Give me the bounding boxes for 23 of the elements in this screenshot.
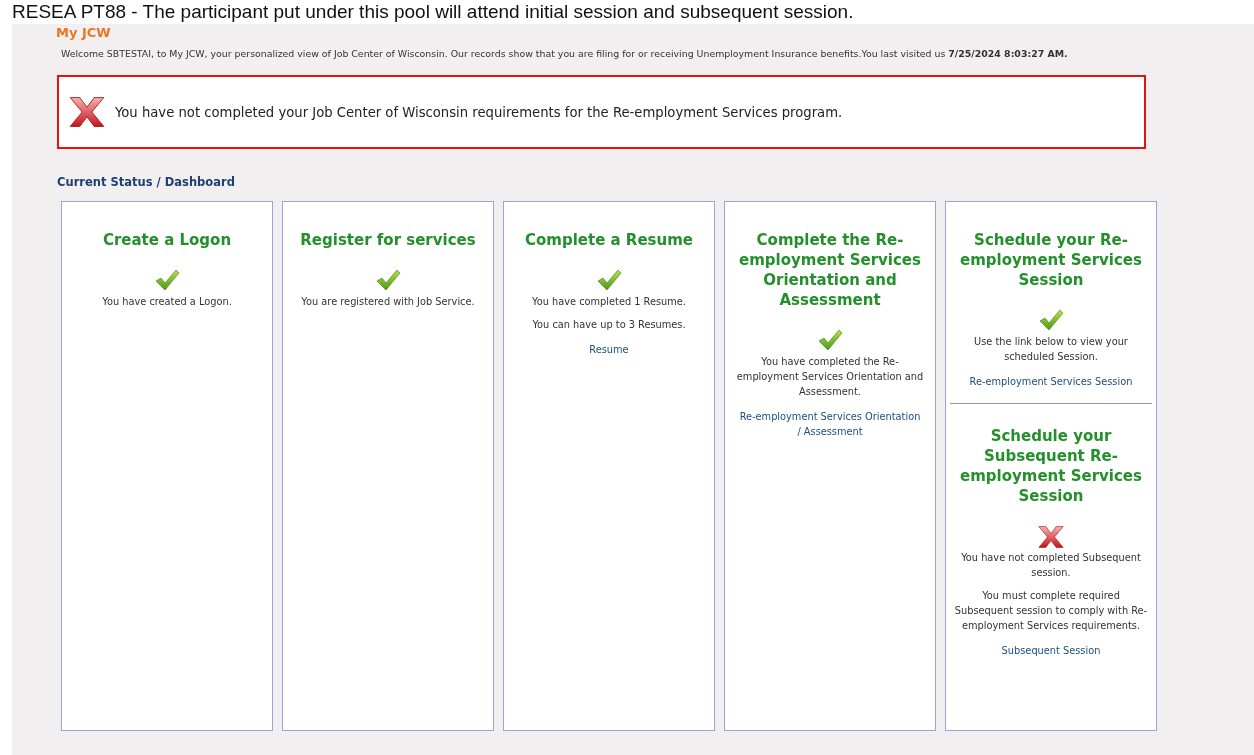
status-text: You have not completed Subsequent session. [960, 551, 1142, 580]
status-text: Use the link below to view your scheduled Session. [973, 335, 1129, 364]
page-title: My JCW [56, 24, 112, 40]
card-link[interactable]: Re-employment Services Session [961, 374, 1141, 389]
card-title: Complete the Re-employment Services Orientation and Assessment [738, 230, 922, 310]
status-text: You have completed the Re-employment Services Orientation and Assessment. [735, 355, 925, 399]
section-title: Current Status / Dashboard [57, 175, 236, 189]
status-text: You are registered with Job Service. [300, 295, 476, 309]
card-link[interactable]: Subsequent Session [993, 643, 1109, 658]
status-text: You have completed 1 Resume. [531, 295, 687, 309]
welcome-text: Welcome SBTESTAI, to My JCW, your personalized view of Job Center of Wisconsin. Our records show that you are filing for or receiving Unemployment Insurance benefits.You last visited us 7/25/2024 8:03:27 AM. [61, 48, 1069, 59]
status-text: You have created a Logon. [101, 295, 233, 309]
status-text: You can have up to 3 Resumes. [531, 318, 687, 332]
card-link[interactable]: Resume [581, 342, 637, 357]
caption-text: RESEA PT88 - The participant put under this pool will attend initial session and subsequent session. [11, 0, 855, 24]
card-title: Schedule your Subsequent Re-employment Services Session [959, 426, 1143, 506]
status-text: You must complete required Subsequent session to comply with Re-employment Services requirements. [953, 589, 1149, 633]
card-title: Register for services [299, 230, 477, 250]
card-title: Complete a Resume [523, 230, 694, 250]
alert-message: You have not completed your Job Center of Wisconsin requirements for the Re-employment Services program. [115, 104, 843, 120]
card-title: Schedule your Re-employment Services Session [959, 230, 1143, 290]
card-title: Create a Logon [101, 230, 233, 250]
card-link[interactable]: Re-employment Services Orientation / Assessment [729, 409, 931, 439]
